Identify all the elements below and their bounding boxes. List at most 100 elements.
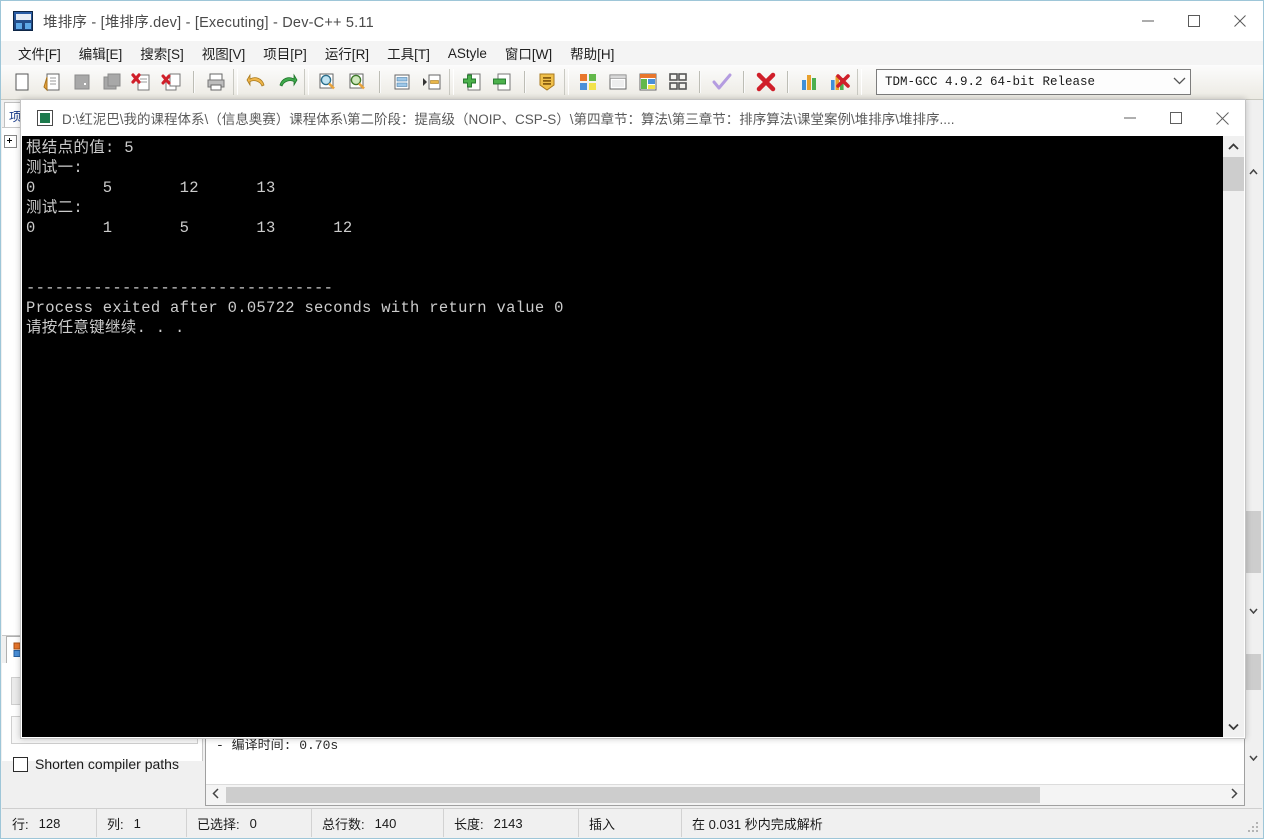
toolbar-separator-4	[699, 71, 701, 93]
editor-vertical-scrollbar[interactable]	[1244, 101, 1262, 641]
status-parse-time-label: 在 0.031 秒内完成解析	[692, 816, 823, 832]
console-minimize-button[interactable]	[1107, 100, 1153, 136]
toolbar-separator-6	[787, 71, 789, 93]
console-body[interactable]: 根结点的值: 5 测试一: 0 5 12 13 测试二: 0 1 5 13 12…	[22, 136, 1244, 737]
menu-project[interactable]: 项目[P]	[254, 41, 316, 65]
ide-window-controls	[1125, 1, 1263, 41]
ide-close-button[interactable]	[1217, 1, 1263, 41]
status-col-label: 列:	[107, 816, 124, 832]
devcpp-app-icon	[13, 11, 33, 31]
console-scroll-down-icon[interactable]	[1223, 716, 1244, 737]
delete-profile-icon[interactable]	[826, 68, 854, 96]
save-all-icon[interactable]	[98, 68, 126, 96]
remove-from-project-icon[interactable]	[489, 68, 517, 96]
console-window-controls	[1107, 100, 1245, 136]
compile-log-scroll-down-icon[interactable]	[1245, 749, 1262, 766]
syntax-check-icon[interactable]	[708, 68, 736, 96]
console-vertical-scrollbar[interactable]	[1223, 136, 1244, 737]
compile-log-vscroll-thumb[interactable]	[1246, 654, 1261, 690]
status-parse-time: 在 0.031 秒内完成解析	[682, 809, 833, 837]
status-length-value: 2143	[493, 815, 523, 831]
profile-icon[interactable]	[796, 68, 824, 96]
compile-and-run-icon[interactable]	[634, 68, 662, 96]
save-file-icon[interactable]	[68, 68, 96, 96]
goto-line-icon[interactable]	[388, 68, 416, 96]
shorten-compiler-paths-row[interactable]: Shorten compiler paths	[13, 756, 179, 772]
compile-log-hscrollbar[interactable]	[206, 784, 1244, 805]
editor-scroll-down-icon[interactable]	[1245, 602, 1262, 619]
menu-tools[interactable]: 工具[T]	[378, 41, 439, 65]
menu-help[interactable]: 帮助[H]	[561, 41, 623, 65]
rebuild-all-icon[interactable]	[664, 68, 692, 96]
status-row: 行: 128	[2, 809, 97, 837]
editor-vscroll-thumb[interactable]	[1246, 511, 1261, 573]
status-selected: 已选择: 0	[187, 809, 312, 837]
redo-icon[interactable]	[273, 68, 301, 96]
scroll-right-icon[interactable]	[1224, 788, 1244, 802]
toolbar-grip[interactable]	[233, 69, 238, 95]
scroll-left-icon[interactable]	[206, 788, 226, 802]
compile-icon[interactable]	[574, 68, 602, 96]
toolbar-separator-3	[524, 71, 526, 93]
chevron-down-icon[interactable]	[1168, 76, 1190, 88]
menu-run[interactable]: 运行[R]	[316, 41, 378, 65]
toolbar-grip-3[interactable]	[449, 69, 454, 95]
open-file-icon[interactable]	[38, 68, 66, 96]
ide-statusbar: 行: 128 列: 1 已选择: 0 总行数: 140 长度: 2143 插入 …	[2, 808, 1262, 837]
ide-menubar: 文件[F] 编辑[E] 搜索[S] 视图[V] 项目[P] 运行[R] 工具[T…	[1, 41, 1263, 65]
ide-minimize-button[interactable]	[1125, 1, 1171, 41]
stop-execution-icon[interactable]	[752, 68, 780, 96]
status-insert-mode-label: 插入	[589, 816, 616, 832]
console-output: 根结点的值: 5 测试一: 0 5 12 13 测试二: 0 1 5 13 12…	[26, 139, 564, 337]
toolbar-separator-5	[743, 71, 745, 93]
status-total-lines-label: 总行数:	[322, 816, 365, 832]
console-scroll-up-icon[interactable]	[1223, 136, 1244, 157]
project-options-icon[interactable]	[533, 68, 561, 96]
status-selected-value: 0	[249, 815, 257, 831]
console-window[interactable]: D:\红泥巴\我的课程体系\（信息奥赛）课程体系\第二阶段：提高级（NOIP、C…	[20, 99, 1246, 739]
status-row-label: 行:	[12, 816, 29, 832]
compiler-set-combobox[interactable]: TDM-GCC 4.9.2 64-bit Release	[876, 69, 1191, 95]
console-app-icon	[37, 110, 53, 126]
console-maximize-button[interactable]	[1153, 100, 1199, 136]
ide-titlebar: 堆排序 - [堆排序.dev] - [Executing] - Dev-C++ …	[1, 1, 1263, 41]
menu-file[interactable]: 文件[F]	[9, 41, 70, 65]
toolbar-separator	[193, 71, 195, 93]
status-col: 列: 1	[97, 809, 187, 837]
add-to-project-icon[interactable]	[459, 68, 487, 96]
find-icon[interactable]	[314, 68, 342, 96]
print-icon[interactable]	[202, 68, 230, 96]
compiler-set-value: TDM-GCC 4.9.2 64-bit Release	[885, 75, 1096, 89]
toolbar-separator-2	[379, 71, 381, 93]
menu-search[interactable]: 搜索[S]	[131, 41, 193, 65]
compile-log-hscroll-thumb[interactable]	[226, 787, 1040, 803]
shorten-compiler-paths-checkbox[interactable]	[13, 756, 28, 772]
resize-grip[interactable]	[1247, 821, 1259, 833]
menu-astyle[interactable]: AStyle	[439, 44, 496, 63]
find-next-icon[interactable]	[344, 68, 372, 96]
goto-function-icon[interactable]	[418, 68, 446, 96]
compile-log-vscrollbar[interactable]	[1245, 646, 1262, 806]
new-file-icon[interactable]	[8, 68, 36, 96]
status-total-lines: 总行数: 140	[312, 809, 444, 837]
console-vscroll-thumb[interactable]	[1223, 157, 1244, 191]
close-all-icon[interactable]	[158, 68, 186, 96]
toolbar-grip-2[interactable]	[304, 69, 309, 95]
editor-scroll-up-icon[interactable]	[1245, 163, 1262, 180]
shorten-compiler-paths-label: Shorten compiler paths	[35, 756, 179, 772]
ide-maximize-button[interactable]	[1171, 1, 1217, 41]
menu-edit[interactable]: 编辑[E]	[70, 41, 132, 65]
close-file-icon[interactable]	[128, 68, 156, 96]
toolbar-grip-4[interactable]	[564, 69, 569, 95]
ide-toolbar: TDM-GCC 4.9.2 64-bit Release	[1, 65, 1263, 100]
menu-window[interactable]: 窗口[W]	[496, 41, 561, 65]
status-length-label: 长度:	[454, 816, 484, 832]
menu-view[interactable]: 视图[V]	[193, 41, 255, 65]
tree-expander-icon[interactable]	[4, 134, 17, 148]
run-icon[interactable]	[604, 68, 632, 96]
console-close-button[interactable]	[1199, 100, 1245, 136]
console-titlebar[interactable]: D:\红泥巴\我的课程体系\（信息奥赛）课程体系\第二阶段：提高级（NOIP、C…	[21, 100, 1245, 136]
status-length: 长度: 2143	[444, 809, 579, 837]
undo-icon[interactable]	[243, 68, 271, 96]
toolbar-grip-5[interactable]	[857, 69, 862, 95]
